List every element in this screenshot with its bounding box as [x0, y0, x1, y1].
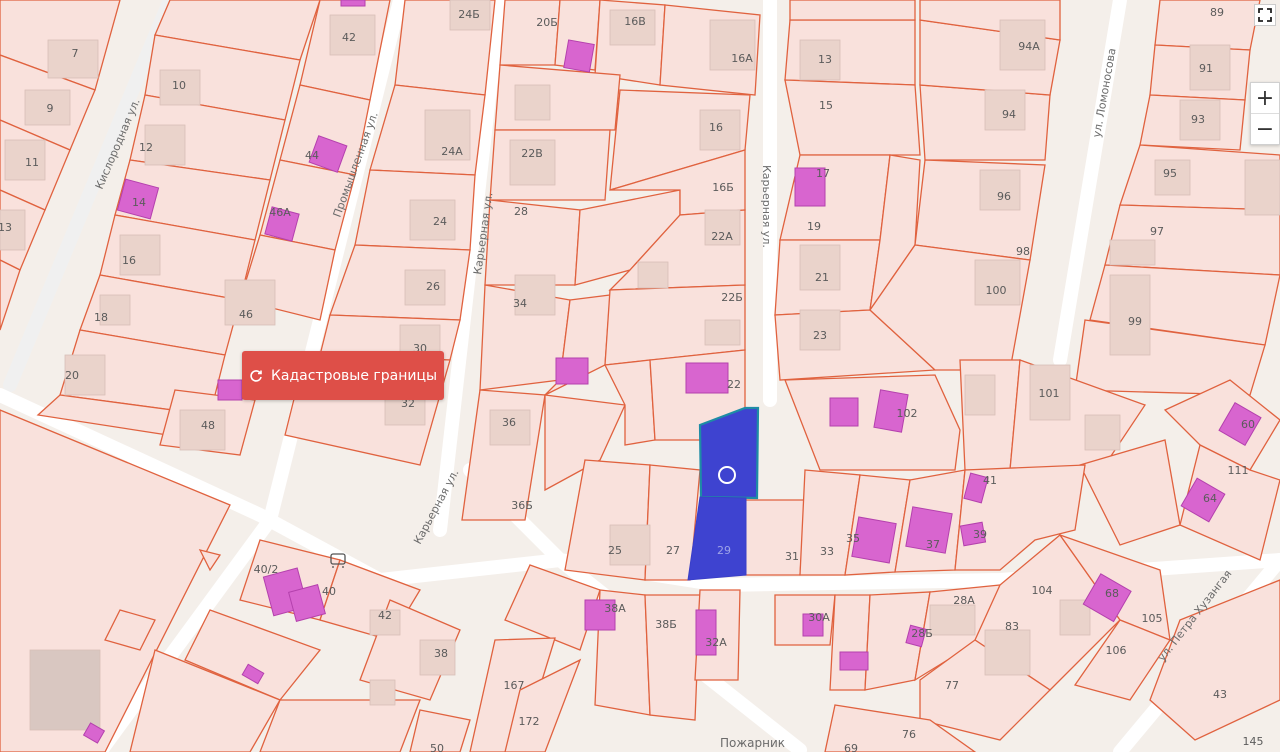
parcel-label: 91 — [1199, 62, 1213, 75]
parcel-label: 43 — [1213, 688, 1227, 701]
parcel-label: 37 — [926, 538, 940, 551]
street-label-karernaya-east: Карьерная ул. — [760, 165, 773, 248]
parcel-label: 89 — [1210, 6, 1224, 19]
parcel-label: 28Б — [911, 627, 933, 640]
parcel-label: 21 — [815, 271, 829, 284]
parcel-label: 32А — [705, 636, 727, 649]
parcel-label: 48 — [201, 419, 215, 432]
parcel-label: 17 — [816, 167, 830, 180]
fullscreen-button[interactable] — [1254, 4, 1276, 26]
area-label-pozharnik: Пожарник — [720, 736, 785, 750]
parcel-label: 145 — [1243, 735, 1264, 748]
parcel-label: 50 — [430, 742, 444, 752]
parcel-label: 46 — [239, 308, 253, 321]
parcel-label: 26 — [426, 280, 440, 293]
zoom-control: + − — [1250, 82, 1280, 145]
parcel-label: 99 — [1128, 315, 1142, 328]
parcel-label: 40 — [322, 585, 336, 598]
parcel-label: 101 — [1039, 387, 1060, 400]
parcel-label: 16В — [624, 15, 646, 28]
parcel-label: 46А — [269, 206, 291, 219]
parcel-label: 42 — [378, 609, 392, 622]
parcel-label: 102 — [897, 407, 918, 420]
parcel-label: 111 — [1228, 464, 1249, 477]
parcel-label: 28А — [953, 594, 975, 607]
parcel-label: 38А — [604, 602, 626, 615]
parcel-label: 68 — [1105, 587, 1119, 600]
parcel-label: 94А — [1018, 40, 1040, 53]
parcel-label-selected: 29 — [717, 544, 731, 557]
parcel-label: 24Б — [458, 8, 480, 21]
cadastral-map[interactable]: Кислородная ул. Промышленная ул. Карьерн… — [0, 0, 1280, 752]
parcel-label: 105 — [1142, 612, 1163, 625]
parcel-label: 77 — [945, 679, 959, 692]
parcel-label: 76 — [902, 728, 916, 741]
parcel-label: 16 — [709, 121, 723, 134]
parcel-label: 60 — [1241, 418, 1255, 431]
zoom-out-button[interactable]: − — [1251, 113, 1279, 144]
parcel-label: 27 — [666, 544, 680, 557]
parcel-label: 39 — [973, 528, 987, 541]
parcel-label: 42 — [342, 31, 356, 44]
parcel-label: 13 — [818, 53, 832, 66]
parcel-label: 24А — [441, 145, 463, 158]
parcel-label: 7 — [72, 47, 79, 60]
parcel-label: 95 — [1163, 167, 1177, 180]
parcel-label: 36Б — [511, 499, 533, 512]
parcel-label: 44 — [305, 149, 319, 162]
parcel-label: 96 — [997, 190, 1011, 203]
parcel-label: 36 — [502, 416, 516, 429]
parcel-label: 104 — [1032, 584, 1053, 597]
parcel-label: 22 — [727, 378, 741, 391]
parcel-label: 64 — [1203, 492, 1217, 505]
cadastral-boundaries-button[interactable]: Кадастровые границы — [242, 351, 444, 400]
parcel-label: 98 — [1016, 245, 1030, 258]
parcel-label: 69 — [844, 742, 858, 752]
fullscreen-icon — [1258, 8, 1272, 22]
parcel-label: 13 — [0, 221, 12, 234]
parcel-label: 22Б — [721, 291, 743, 304]
parcel-label: 35 — [846, 532, 860, 545]
parcel-label: 24 — [433, 215, 447, 228]
parcel-label: 30А — [808, 611, 830, 624]
parcel-label: 10 — [172, 79, 186, 92]
parcel-label: 28 — [514, 205, 528, 218]
parcel-label: 33 — [820, 545, 834, 558]
parcel-label: 22В — [521, 147, 543, 160]
parcel-label: 23 — [813, 329, 827, 342]
parcel-label: 94 — [1002, 108, 1016, 121]
cadastral-boundaries-label: Кадастровые границы — [270, 367, 438, 384]
parcel-label: 9 — [47, 102, 54, 115]
parcel-label: 12 — [139, 141, 153, 154]
parcel-label: 97 — [1150, 225, 1164, 238]
parcel-label: 167 — [504, 679, 525, 692]
parcel-label: 16А — [731, 52, 753, 65]
parcel-label: 25 — [608, 544, 622, 557]
parcel-label: 100 — [986, 284, 1007, 297]
parcel-label: 106 — [1106, 644, 1127, 657]
parcel-label: 31 — [785, 550, 799, 563]
parcel-label: 14 — [132, 196, 146, 209]
parcel-label: 40/2 — [254, 563, 279, 576]
parcel-label: 16 — [122, 254, 136, 267]
parcel-label: 11 — [25, 156, 39, 169]
parcel-label: 18 — [94, 311, 108, 324]
parcel-label: 41 — [983, 474, 997, 487]
parcel-label: 22А — [711, 230, 733, 243]
parcel-label: 34 — [513, 297, 527, 310]
parcel-label: 38 — [434, 647, 448, 660]
parcel-label: 20Б — [536, 16, 558, 29]
parcel-label: 16Б — [712, 181, 734, 194]
parcel-label: 19 — [807, 220, 821, 233]
parcel-label: 172 — [519, 715, 540, 728]
zoom-in-button[interactable]: + — [1251, 83, 1279, 113]
parcel-label: 93 — [1191, 113, 1205, 126]
parcel-label: 38Б — [655, 618, 677, 631]
refresh-icon — [250, 369, 262, 382]
parcel-label: 15 — [819, 99, 833, 112]
parcel-label: 83 — [1005, 620, 1019, 633]
parcel-label: 20 — [65, 369, 79, 382]
